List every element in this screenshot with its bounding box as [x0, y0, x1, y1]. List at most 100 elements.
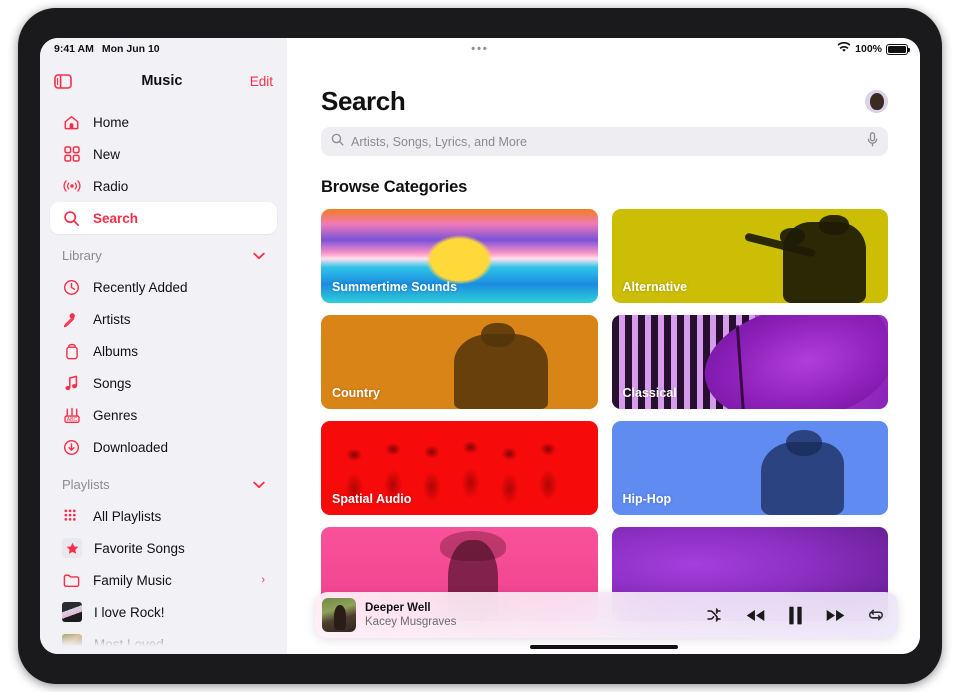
now-playing-bar[interactable]: Deeper Well Kacey Musgraves	[315, 592, 898, 638]
sidebar-item-search[interactable]: Search	[50, 202, 277, 234]
sidebar-item-label: Albums	[93, 343, 139, 359]
star-icon	[62, 538, 82, 558]
edit-button[interactable]: Edit	[250, 74, 273, 89]
page-title: Search	[321, 86, 406, 116]
category-tile-spatial-audio[interactable]: Spatial Audio	[321, 421, 598, 515]
sidebar-item-home[interactable]: Home	[50, 106, 277, 138]
sidebar-item-label: Family Music	[93, 572, 172, 588]
sidebar-item-label: Search	[93, 210, 139, 226]
genres-icon: ABC	[62, 406, 81, 425]
chevron-down-icon[interactable]	[253, 249, 265, 263]
category-tile-country[interactable]: Country	[321, 315, 598, 409]
chevron-down-icon[interactable]	[253, 478, 265, 492]
sidebar-item-label: Home	[93, 114, 130, 130]
sidebar-item-new[interactable]: New	[50, 138, 277, 170]
sidebar-item-family-music[interactable]: Family Music ›	[50, 564, 277, 596]
sidebar-item-label: All Playlists	[93, 508, 162, 524]
svg-text:ABC: ABC	[66, 416, 77, 422]
search-icon	[331, 133, 344, 151]
category-tile-summertime-sounds[interactable]: Summertime Sounds	[321, 209, 598, 303]
sidebar-item-artists[interactable]: Artists	[50, 303, 277, 335]
playlist-artwork	[62, 602, 82, 622]
sidebar-item-songs[interactable]: Songs	[50, 367, 277, 399]
sidebar-item-label: Genres	[93, 407, 138, 423]
home-indicator	[529, 645, 678, 649]
playlists-section-header[interactable]: Playlists	[40, 463, 287, 496]
sidebar-title: Music	[141, 73, 183, 89]
browse-categories-grid: Summertime Sounds Alternative Country Cl…	[287, 197, 920, 621]
sidebar-item-label: Downloaded	[93, 439, 169, 455]
now-playing-text: Deeper Well Kacey Musgraves	[365, 601, 707, 630]
download-circle-icon	[62, 438, 81, 457]
repeat-button[interactable]	[868, 608, 884, 622]
album-artwork[interactable]	[322, 598, 356, 632]
sidebar-item-label: I love Rock!	[94, 604, 165, 620]
content-pane: Search Artists, Songs, Lyrics, and More	[287, 38, 920, 654]
sidebar-item-label: Artists	[93, 311, 131, 327]
sidebar-item-label: New	[93, 146, 121, 162]
avatar[interactable]	[865, 90, 888, 113]
sidebar-item-downloaded[interactable]: Downloaded	[50, 431, 277, 463]
library-section-header[interactable]: Library	[40, 234, 287, 267]
sidebar-item-recently-added[interactable]: Recently Added	[50, 271, 277, 303]
sidebar-item-label: Radio	[93, 178, 129, 194]
pause-button[interactable]	[788, 606, 803, 625]
sidebar-item-label: Recently Added	[93, 279, 188, 295]
category-tile-label: Classical	[622, 386, 677, 400]
search-input[interactable]: Artists, Songs, Lyrics, and More	[321, 127, 888, 156]
album-icon	[62, 342, 81, 361]
category-tile-alternative[interactable]: Alternative	[611, 209, 888, 303]
playlists-grid-icon	[62, 507, 81, 526]
category-tile-label: Alternative	[622, 280, 688, 294]
sidebar-item-most-loved[interactable]: Most Loved	[50, 628, 277, 654]
search-placeholder: Artists, Songs, Lyrics, and More	[351, 134, 527, 149]
clock-icon	[62, 278, 81, 297]
next-button[interactable]	[825, 608, 846, 623]
category-tile-hip-hop[interactable]: Hip-Hop	[611, 421, 888, 515]
sidebar-item-genres[interactable]: ABC Genres	[50, 399, 277, 431]
search-page-scroll[interactable]: Search Artists, Songs, Lyrics, and More	[287, 60, 920, 654]
sidebar-item-favorite-songs[interactable]: Favorite Songs	[50, 532, 277, 564]
tile-figure	[481, 322, 515, 347]
sidebar: Music Edit Home New Radio Search Library…	[40, 38, 287, 654]
sidebar-item-albums[interactable]: Albums	[50, 335, 277, 367]
category-tile-classical[interactable]: Classical	[611, 315, 888, 409]
sidebar-item-i-love-rock[interactable]: I love Rock!	[50, 596, 277, 628]
home-icon	[62, 113, 81, 132]
category-tile-label: Summertime Sounds	[332, 280, 458, 294]
sidebar-toggle-icon[interactable]	[52, 70, 74, 92]
music-note-icon	[62, 374, 81, 393]
playlist-artwork	[62, 634, 82, 654]
microphone-icon	[62, 310, 81, 329]
sidebar-item-label: Favorite Songs	[94, 540, 185, 556]
playlists-items: All Playlists Favorite Songs Family Musi…	[40, 496, 287, 654]
browse-categories-title: Browse Categories	[321, 178, 468, 196]
tile-figure	[818, 214, 850, 236]
now-playing-artist: Kacey Musgraves	[365, 616, 457, 628]
tile-figure	[785, 430, 822, 456]
folder-icon	[62, 571, 81, 590]
playlists-section-title: Playlists	[62, 477, 110, 492]
category-tile-label: Hip-Hop	[622, 492, 672, 506]
library-section-title: Library	[62, 248, 102, 263]
previous-button[interactable]	[745, 608, 766, 623]
playback-controls	[707, 606, 884, 625]
sidebar-header: Music Edit	[40, 60, 287, 102]
sidebar-item-radio[interactable]: Radio	[50, 170, 277, 202]
library-items: Recently Added Artists Albums Songs ABC …	[40, 267, 287, 463]
chevron-right-icon[interactable]: ›	[261, 574, 265, 586]
grid-icon	[62, 145, 81, 164]
category-tile-label: Spatial Audio	[332, 492, 412, 506]
sidebar-primary-nav: Home New Radio Search	[40, 102, 287, 234]
category-tile-label: Country	[332, 386, 380, 400]
sidebar-item-label: Songs	[93, 375, 132, 391]
ipad-device-frame: Music Edit Home New Radio Search Library…	[18, 8, 942, 684]
ipad-screen: Music Edit Home New Radio Search Library…	[40, 38, 920, 654]
microphone-icon[interactable]	[867, 131, 878, 152]
page-header: Search	[287, 60, 920, 117]
radio-broadcast-icon	[62, 177, 81, 196]
search-icon	[62, 209, 81, 228]
sidebar-item-all-playlists[interactable]: All Playlists	[50, 500, 277, 532]
shuffle-button[interactable]	[707, 608, 723, 622]
sidebar-item-label: Most Loved	[94, 636, 164, 652]
